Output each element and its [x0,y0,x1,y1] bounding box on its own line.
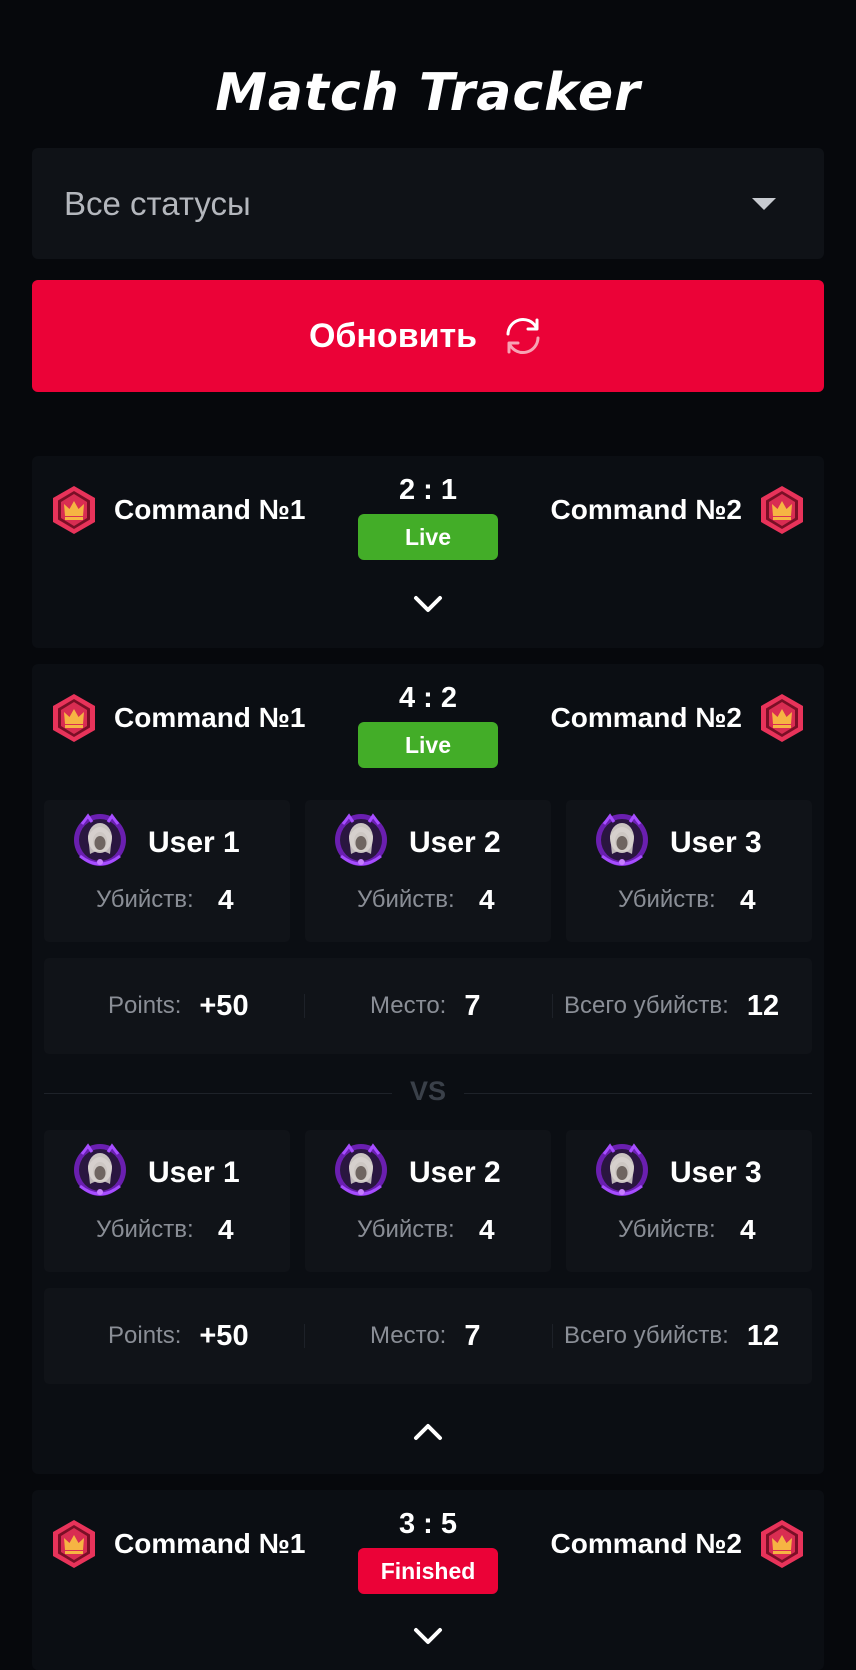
player-card: User 3 Убийств: 4 [566,800,812,942]
crown-hexagon-icon [50,484,98,536]
team-stats: Points: +50 Место: 7 Всего убийств: 12 [44,958,812,1054]
total-kills-stat: Всего убийств: 12 [564,958,779,1054]
kills-value: 4 [479,1214,495,1245]
kills-label: Убийств: [618,1216,716,1243]
divider [304,1324,305,1348]
vs-label: VS [391,1076,465,1106]
match-header: Command №1 2 : 1 Live Command №2 [32,470,824,570]
player-name: User 2 [409,826,501,859]
points-stat: Points: +50 [108,958,249,1054]
player-name: User 1 [148,1156,240,1189]
match-center: 3 : 5 Finished [358,1504,498,1594]
total-kills-value: 12 [746,989,780,1022]
match-card[interactable]: Command №1 2 : 1 Live Command №2 [32,456,824,648]
refresh-button[interactable]: Обновить [32,280,824,392]
player-avatar [592,810,652,870]
kills-value: 4 [479,884,495,915]
kills-label: Убийств: [618,886,716,913]
place-stat: Место: 7 [370,1288,481,1384]
team-left: Command №1 [50,692,305,744]
total-kills-stat: Всего убийств: 12 [564,1288,779,1384]
player-name: User 2 [409,1156,501,1189]
points-value: +50 [199,1319,249,1352]
kills-label: Убийств: [357,886,455,913]
match-card[interactable]: Command №1 3 : 5 Finished Command №2 [32,1490,824,1670]
status-badge: Live [358,722,498,768]
team-name: Command №2 [550,1528,742,1559]
match-score: 3 : 5 [398,1508,458,1540]
points-value: +50 [199,989,249,1022]
player-avatar [331,1140,391,1200]
status-filter-select[interactable]: Все статусы [32,148,824,259]
status-filter-value: Все статусы [64,184,251,222]
crown-hexagon-icon [758,1518,806,1570]
match-score: 4 : 2 [398,682,458,714]
kills-value: 4 [740,884,756,915]
caret-down-icon [752,197,776,210]
team-name: Command №2 [550,702,742,733]
crown-hexagon-icon [758,484,806,536]
team-name: Command №2 [550,494,742,525]
kills-label: Убийств: [357,1216,455,1243]
player-card: User 2 Убийств: 4 [305,1130,551,1272]
total-kills-label: Всего убийств: [564,992,729,1019]
chevron-up-icon[interactable] [412,1420,444,1444]
kills-label: Убийств: [96,886,194,913]
player-name: User 3 [670,1156,762,1189]
player-card: User 1 Убийств: 4 [44,1130,290,1272]
chevron-down-icon[interactable] [412,592,444,616]
player-card: User 3 Убийств: 4 [566,1130,812,1272]
team-name: Command №1 [114,494,306,525]
total-kills-label: Всего убийств: [564,1322,729,1349]
divider [304,994,305,1018]
team-stats: Points: +50 Место: 7 Всего убийств: 12 [44,1288,812,1384]
refresh-button-label: Обновить [308,316,478,355]
team-name: Command №1 [114,702,306,733]
player-avatar [592,1140,652,1200]
status-badge: Live [358,514,498,560]
place-stat: Место: 7 [370,958,481,1054]
player-avatar [331,810,391,870]
match-score: 2 : 1 [398,474,458,506]
team-right: Command №2 [551,484,806,536]
place-value: 7 [464,989,481,1022]
divider [552,1324,553,1348]
place-label: Место: [370,992,447,1019]
page-title: Match Tracker [215,63,641,123]
match-card-expanded[interactable]: Command №1 4 : 2 Live Command №2 User 1 … [32,664,824,1474]
team-right: Command №2 [551,692,806,744]
status-badge: Finished [358,1548,498,1594]
chevron-down-icon[interactable] [412,1624,444,1648]
player-card: User 1 Убийств: 4 [44,800,290,942]
place-value: 7 [464,1319,481,1352]
refresh-icon [506,317,540,355]
match-center: 4 : 2 Live [358,678,498,768]
player-name: User 1 [148,826,240,859]
crown-hexagon-icon [758,692,806,744]
team-name: Command №1 [114,1528,306,1559]
crown-hexagon-icon [50,1518,98,1570]
crown-hexagon-icon [50,692,98,744]
kills-value: 4 [740,1214,756,1245]
kills-value: 4 [218,1214,234,1245]
total-kills-value: 12 [746,1319,780,1352]
divider [552,994,553,1018]
team-left: Command №1 [50,484,305,536]
vs-divider: VS [32,1076,824,1107]
kills-label: Убийств: [96,1216,194,1243]
points-label: Points: [108,992,182,1019]
match-header: Command №1 4 : 2 Live Command №2 [32,678,824,778]
player-avatar [70,810,130,870]
team-right: Command №2 [551,1518,806,1570]
player-avatar [70,1140,130,1200]
player-name: User 3 [670,826,762,859]
team-left: Command №1 [50,1518,305,1570]
match-header: Command №1 3 : 5 Finished Command №2 [32,1504,824,1604]
match-center: 2 : 1 Live [358,470,498,560]
kills-value: 4 [218,884,234,915]
place-label: Место: [370,1322,447,1349]
points-label: Points: [108,1322,182,1349]
points-stat: Points: +50 [108,1288,249,1384]
player-card: User 2 Убийств: 4 [305,800,551,942]
